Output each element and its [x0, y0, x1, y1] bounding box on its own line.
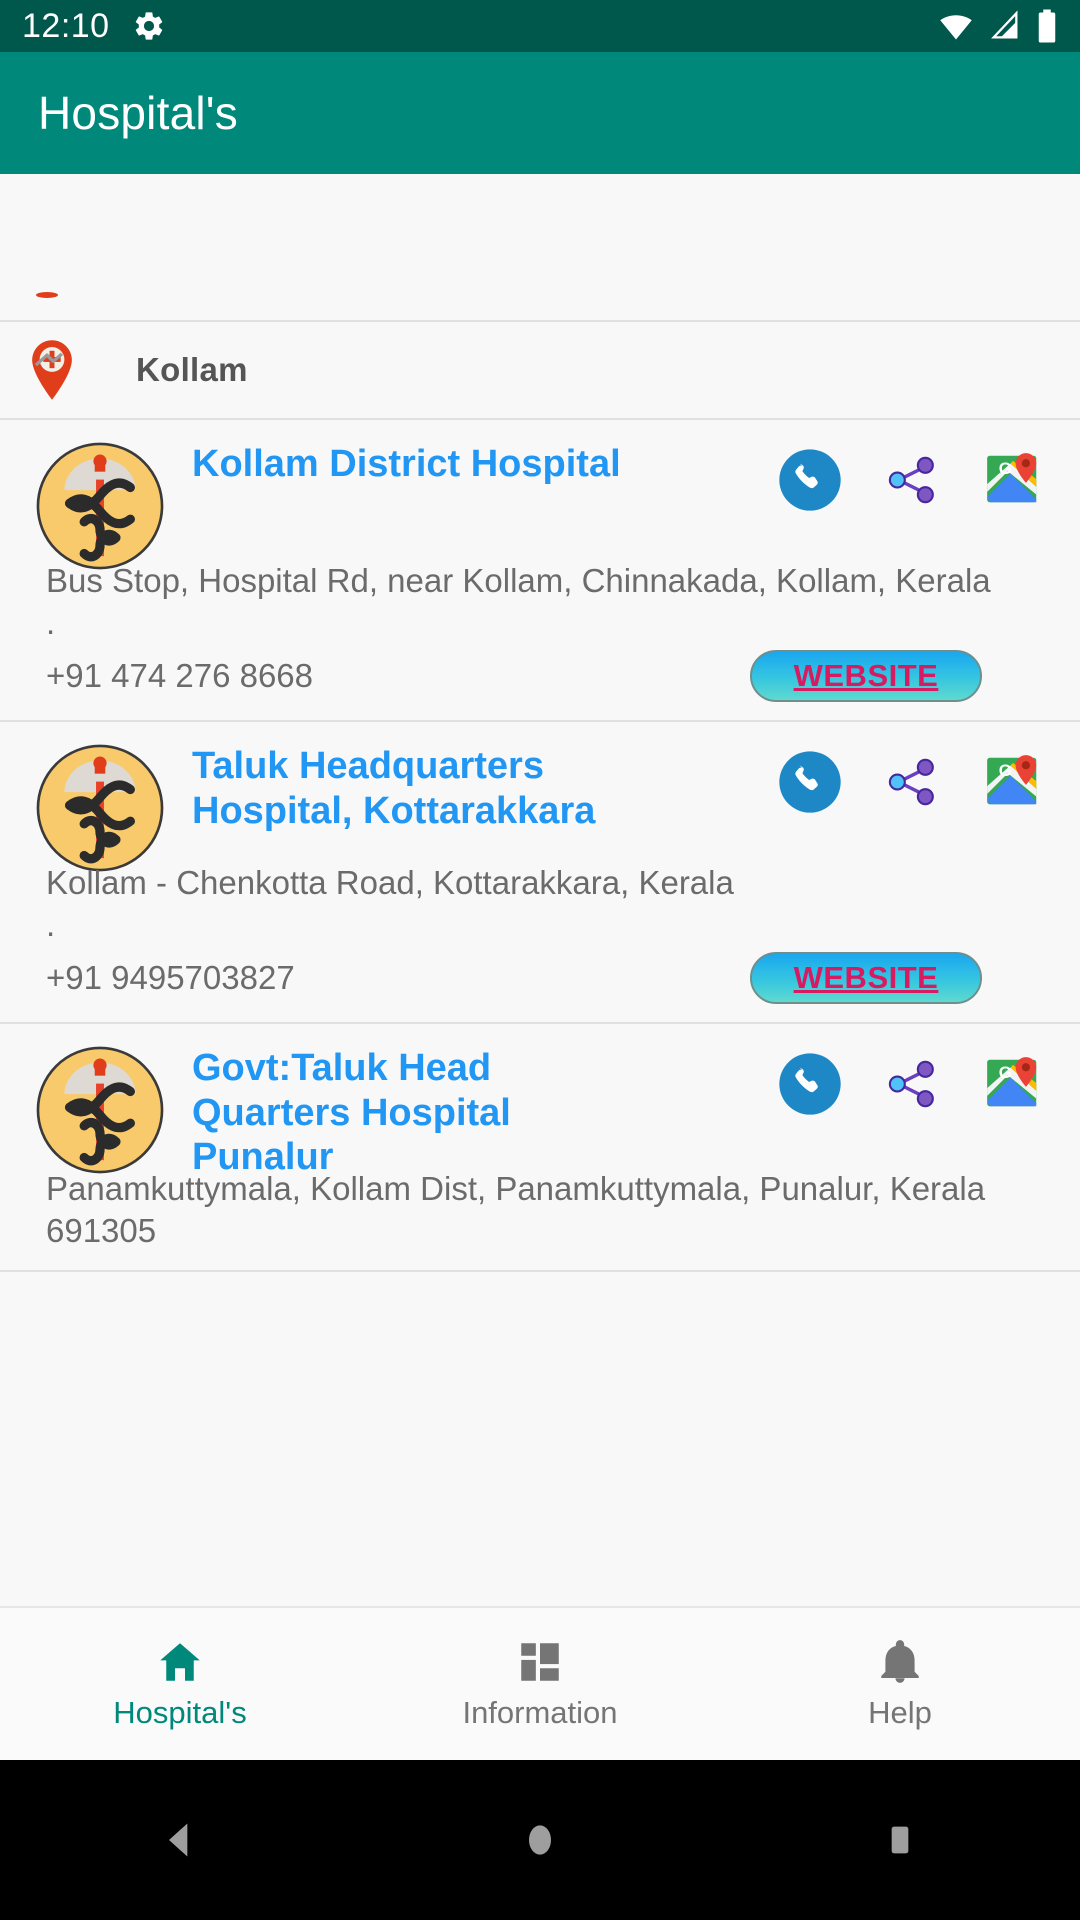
app-bar: Hospital's: [0, 52, 1080, 174]
svg-text:G: G: [999, 1063, 1012, 1082]
cellular-signal-icon: [991, 10, 1018, 39]
hospital-card-actions: G: [778, 434, 1070, 512]
call-icon[interactable]: [778, 750, 842, 814]
gear-icon: [135, 12, 162, 40]
website-button-label: WEBSITE: [793, 658, 939, 694]
status-bar-system-icons: [938, 8, 1058, 44]
nav-label-information: Information: [462, 1695, 618, 1730]
battery-icon: [1038, 9, 1056, 43]
google-maps-icon[interactable]: G: [982, 750, 1044, 812]
system-navigation-bar: [0, 1760, 1080, 1920]
recents-square-icon: [891, 1826, 909, 1854]
hospital-card-header: Kollam District Hospital G: [10, 434, 1070, 572]
hospital-name-link[interactable]: Govt:Taluk Head Quarters Hospital Punalu…: [192, 1038, 632, 1179]
system-home-button[interactable]: [360, 1818, 720, 1862]
svg-text:G: G: [999, 459, 1012, 478]
dashboard-grid-icon: [521, 1643, 559, 1681]
home-circle-icon: [529, 1825, 551, 1855]
share-icon[interactable]: [880, 448, 944, 512]
call-icon[interactable]: [778, 1052, 842, 1116]
hospital-card[interactable]: Kollam District Hospital G Bus Stop, Hos…: [0, 420, 1080, 723]
nav-item-information[interactable]: Information: [360, 1637, 720, 1731]
nav-label-hospitals: Hospital's: [113, 1695, 247, 1730]
hospital-name-link[interactable]: Taluk Headquarters Hospital, Kottarakkar…: [192, 736, 632, 833]
share-icon[interactable]: [880, 1052, 944, 1116]
hospital-card-footer: +91 9495703827 WEBSITE: [10, 952, 1070, 1005]
website-button[interactable]: WEBSITE: [750, 650, 982, 703]
map-pin-tip-icon: [36, 292, 58, 298]
hospital-phone-number[interactable]: +91 474 276 8668: [46, 657, 313, 695]
city-header-row[interactable]: Kollam: [0, 322, 1080, 420]
hospital-name-link[interactable]: Kollam District Hospital: [192, 434, 632, 486]
system-back-button[interactable]: [0, 1818, 360, 1862]
svg-text:G: G: [999, 761, 1012, 780]
home-icon: [160, 1643, 200, 1681]
hospital-list-scroll-area[interactable]: Kollam Kollam District Hospital G Bus St…: [0, 174, 1080, 1674]
hospital-address-text: Kollam - Chenkotta Road, Kottarakkara, K…: [46, 864, 734, 902]
share-icon[interactable]: [880, 750, 944, 814]
call-icon[interactable]: [778, 448, 842, 512]
nav-label-help: Help: [868, 1695, 932, 1730]
system-recents-button[interactable]: [720, 1820, 1080, 1860]
google-maps-icon[interactable]: G: [982, 448, 1044, 510]
city-name-label: Kollam: [136, 351, 248, 388]
partial-previous-list-item[interactable]: [0, 174, 1080, 322]
hospital-card-actions: G: [778, 1038, 1070, 1116]
hospital-phone-number[interactable]: +91 9495703827: [46, 959, 295, 997]
caduceus-hospital-icon: [36, 744, 164, 872]
hospital-separator-dot: .: [46, 906, 56, 944]
hospital-address-text: Panamkuttymala, Kollam Dist, Panamkuttym…: [46, 1169, 986, 1250]
hospital-card[interactable]: Taluk Headquarters Hospital, Kottarakkar…: [0, 722, 1080, 1025]
hospital-card-header: Govt:Taluk Head Quarters Hospital Punalu…: [10, 1038, 1070, 1179]
google-maps-icon[interactable]: G: [982, 1052, 1044, 1114]
nav-item-help[interactable]: Help: [720, 1637, 1080, 1731]
website-button-label: WEBSITE: [793, 960, 939, 996]
hospital-card-actions: G: [778, 736, 1070, 814]
bottom-navigation-bar: Hospital's Information Help: [0, 1606, 1080, 1760]
caduceus-hospital-icon: [36, 1047, 164, 1174]
hospital-map-pin-icon: [32, 340, 72, 400]
caduceus-hospital-icon: [36, 442, 164, 570]
hospital-separator-dot: .: [46, 604, 56, 642]
bell-icon: [881, 1640, 919, 1683]
back-triangle-icon: [169, 1823, 188, 1857]
hospital-address-text: Bus Stop, Hospital Rd, near Kollam, Chin…: [46, 562, 991, 599]
status-bar-notification-icons: [132, 9, 166, 43]
hospital-card-header: Taluk Headquarters Hospital, Kottarakkar…: [10, 736, 1070, 874]
page-title: Hospital's: [38, 87, 238, 139]
status-bar-clock: 12:10: [22, 7, 110, 45]
website-button[interactable]: WEBSITE: [750, 952, 982, 1005]
status-bar: 12:10: [0, 0, 1080, 52]
hospital-card-footer: +91 474 276 8668 WEBSITE: [10, 650, 1070, 703]
hospital-card[interactable]: Govt:Taluk Head Quarters Hospital Punalu…: [0, 1024, 1080, 1273]
wifi-icon: [940, 15, 972, 40]
nav-item-hospitals[interactable]: Hospital's: [0, 1637, 360, 1731]
